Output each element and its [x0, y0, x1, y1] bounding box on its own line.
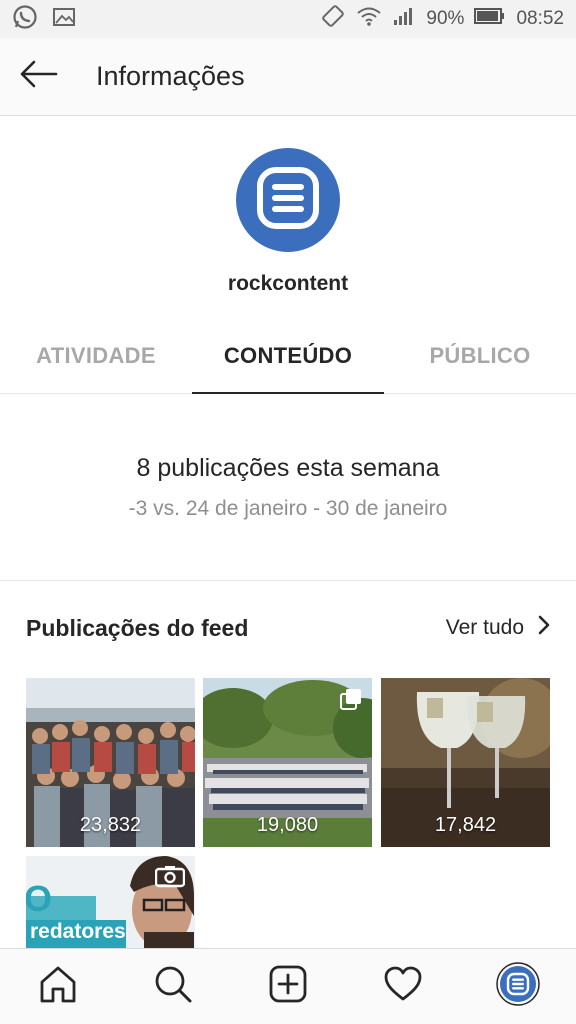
post-reach-count: 23,832: [79, 814, 142, 836]
video-title-letter: O: [26, 878, 53, 919]
search-icon: [153, 964, 193, 1009]
post-thumbnail[interactable]: 23,832: [26, 678, 195, 847]
nav-profile[interactable]: [488, 957, 548, 1017]
post-reach-count: 19,080: [256, 814, 319, 836]
feed-section-title: Publicações do feed: [26, 614, 249, 641]
arrow-left-icon: [18, 59, 58, 94]
see-all-label: Ver tudo: [445, 616, 524, 639]
summary-subtitle: -3 vs. 24 de janeiro - 30 de janeiro: [128, 497, 448, 520]
feed-section-header: Publicações do feed Ver tudo: [26, 608, 550, 648]
profile-avatar-icon: [496, 962, 541, 1011]
video-overlay-text: redatores: [30, 920, 126, 943]
see-all-link[interactable]: Ver tudo: [446, 615, 550, 641]
tab-atividade[interactable]: ATIVIDADE: [0, 318, 192, 393]
profile-username: rockcontent: [227, 272, 349, 295]
post-reach-count: 17,842: [434, 814, 497, 836]
post-thumbnail[interactable]: O redatores: [26, 856, 195, 948]
weekly-summary: 8 publicações esta semana -3 vs. 24 de j…: [0, 395, 576, 581]
add-post-icon: [268, 964, 308, 1009]
back-button[interactable]: [0, 38, 76, 116]
activity-heart-icon: [383, 965, 423, 1008]
rockcontent-logo-icon: [252, 162, 324, 239]
chevron-right-icon: [538, 615, 550, 641]
battery-percent: 90%: [426, 8, 465, 29]
profile-block: rockcontent: [0, 148, 576, 296]
signal-icon: [392, 6, 416, 32]
battery-icon: [474, 7, 506, 31]
status-bar: 90% 08:52: [0, 0, 576, 38]
gallery-icon: [52, 6, 76, 33]
wifi-icon: [356, 5, 382, 33]
tab-publico[interactable]: PÚBLICO: [384, 318, 576, 393]
vibrate-icon: [320, 4, 346, 34]
tab-conteudo[interactable]: CONTEÚDO: [192, 318, 384, 394]
profile-avatar: [236, 148, 340, 252]
post-thumbnail[interactable]: 19,080: [203, 678, 372, 847]
home-icon: [38, 964, 78, 1009]
post-thumbnail[interactable]: 17,842: [381, 678, 550, 847]
app-header: Informações: [0, 38, 576, 116]
insights-tabs: ATIVIDADE CONTEÚDO PÚBLICO: [0, 318, 576, 394]
summary-title: 8 publicações esta semana: [136, 454, 440, 482]
whatsapp-icon: [12, 4, 38, 35]
page-title: Informações: [96, 61, 245, 91]
multiple-posts-icon: [340, 688, 362, 715]
nav-activity[interactable]: [373, 957, 433, 1017]
nav-new-post[interactable]: [258, 957, 318, 1017]
clock: 08:52: [516, 8, 564, 29]
bottom-navigation: [0, 948, 576, 1024]
nav-home[interactable]: [28, 957, 88, 1017]
nav-search[interactable]: [143, 957, 203, 1017]
video-camera-icon: [154, 866, 186, 893]
